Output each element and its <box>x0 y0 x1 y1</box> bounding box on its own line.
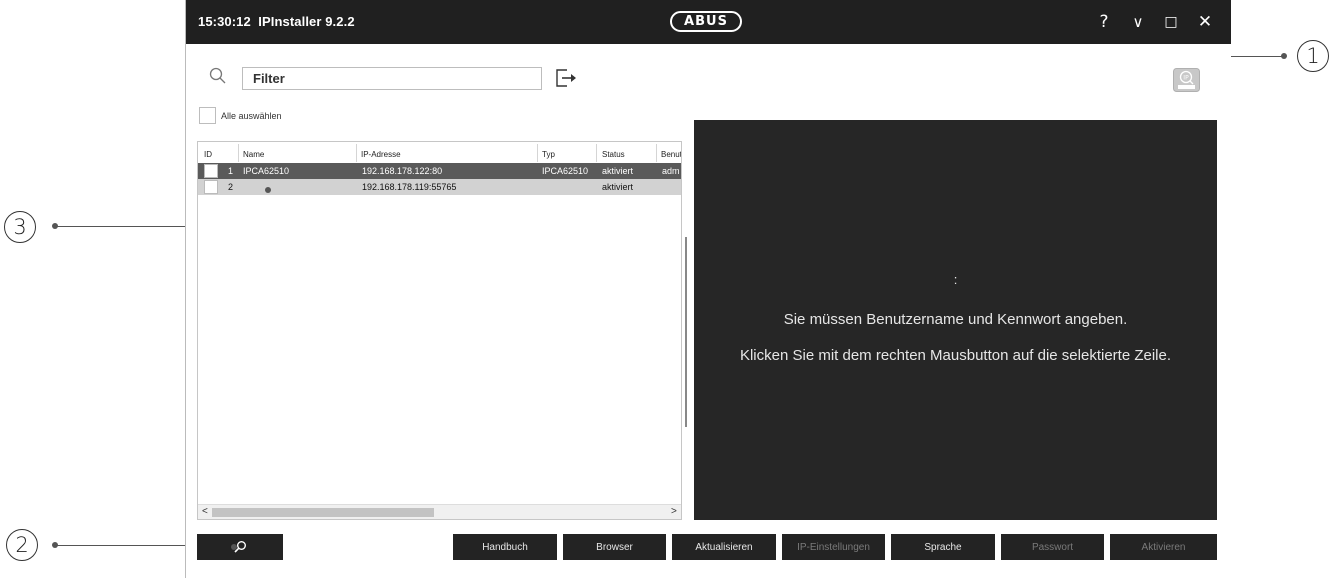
column-header-ip[interactable]: IP-Adresse <box>361 150 401 159</box>
preview-panel: : Sie müssen Benutzername und Kennwort a… <box>694 120 1217 520</box>
callout-1-dot-end <box>1281 53 1287 59</box>
cell-id: 1 <box>228 166 234 176</box>
app-name: IPInstaller 9.2.2 <box>258 14 355 29</box>
help-icon[interactable]: ? <box>1091 10 1117 34</box>
scroll-right-arrow[interactable]: > <box>671 506 677 517</box>
column-separator[interactable] <box>596 144 597 162</box>
browser-button[interactable]: Browser <box>563 534 666 560</box>
app-window: 15:30:12 IPInstaller 9.2.2 ABUS ? ∨ □ ✕ … <box>185 0 1231 578</box>
callout-3: 3 <box>4 211 36 243</box>
device-table: ID Name IP-Adresse Typ Status Benut 1 IP… <box>197 141 682 520</box>
preview-message-right-click: Klicken Sie mit dem rechten Mausbutton a… <box>739 347 1172 364</box>
close-icon[interactable]: ✕ <box>1192 10 1218 34</box>
column-header-user[interactable]: Benut <box>661 150 681 159</box>
column-separator[interactable] <box>656 144 657 162</box>
ip-einstellungen-button[interactable]: IP-Einstellungen <box>782 534 885 560</box>
table-row[interactable]: 2 192.168.178.119:55765 aktiviert <box>198 179 681 195</box>
pane-splitter[interactable] <box>685 237 687 427</box>
callout-2-dot-target <box>231 544 237 550</box>
filter-input[interactable] <box>242 67 542 90</box>
cell-user: adm <box>662 166 680 176</box>
title-bar: 15:30:12 IPInstaller 9.2.2 ABUS ? ∨ □ ✕ <box>186 0 1231 44</box>
callout-3-dot-target <box>265 187 271 193</box>
cell-ip: 192.168.178.122:80 <box>362 166 443 176</box>
callout-3-dot-end <box>52 223 58 229</box>
window-title: 15:30:12 IPInstaller 9.2.2 <box>198 14 355 29</box>
column-separator[interactable] <box>356 144 357 162</box>
column-header-type[interactable]: Typ <box>542 150 555 159</box>
search-devices-button[interactable] <box>197 534 283 560</box>
scrollbar-thumb[interactable] <box>212 508 434 517</box>
svg-text:IP: IP <box>1183 75 1189 82</box>
select-all-label: Alle auswählen <box>221 111 282 121</box>
cell-id: 2 <box>228 182 234 192</box>
cell-name: IPCA62510 <box>243 166 290 176</box>
preview-colon: : <box>953 272 958 287</box>
row-checkbox[interactable] <box>204 164 218 178</box>
column-header-name[interactable]: Name <box>243 150 264 159</box>
callout-2: 2 <box>6 529 38 561</box>
preview-message-credentials: Sie müssen Benutzername und Kennwort ang… <box>783 311 1128 328</box>
cell-ip: 192.168.178.119:55765 <box>362 182 457 192</box>
callout-2-dot-end <box>52 542 58 548</box>
row-checkbox[interactable] <box>204 180 218 194</box>
abus-logo: ABUS <box>670 11 742 32</box>
cell-status: aktiviert <box>602 166 634 176</box>
column-separator[interactable] <box>537 144 538 162</box>
aktivieren-button[interactable]: Aktivieren <box>1110 534 1217 560</box>
column-header-status[interactable]: Status <box>602 150 625 159</box>
horizontal-scrollbar[interactable]: < > <box>198 504 681 519</box>
cell-type: IPCA62510 <box>542 166 589 176</box>
callout-1: 1 <box>1297 40 1329 72</box>
clock: 15:30:12 <box>198 14 251 29</box>
column-separator[interactable] <box>238 144 239 162</box>
scroll-left-arrow[interactable]: < <box>202 506 208 517</box>
sprache-button[interactable]: Sprache <box>891 534 995 560</box>
passwort-button[interactable]: Passwort <box>1001 534 1104 560</box>
column-header-id[interactable]: ID <box>204 150 212 159</box>
search-icon[interactable] <box>208 66 228 86</box>
ip-tool-icon[interactable]: IP <box>1173 68 1200 92</box>
table-row[interactable]: 1 IPCA62510 192.168.178.122:80 IPCA62510… <box>198 163 681 179</box>
aktualisieren-button[interactable]: Aktualisieren <box>672 534 776 560</box>
cell-status: aktiviert <box>602 182 634 192</box>
export-icon[interactable] <box>554 66 580 90</box>
handbuch-button[interactable]: Handbuch <box>453 534 557 560</box>
minimize-icon[interactable]: ∨ <box>1125 10 1151 34</box>
maximize-icon[interactable]: □ <box>1158 10 1184 34</box>
select-all-checkbox[interactable] <box>199 107 216 124</box>
